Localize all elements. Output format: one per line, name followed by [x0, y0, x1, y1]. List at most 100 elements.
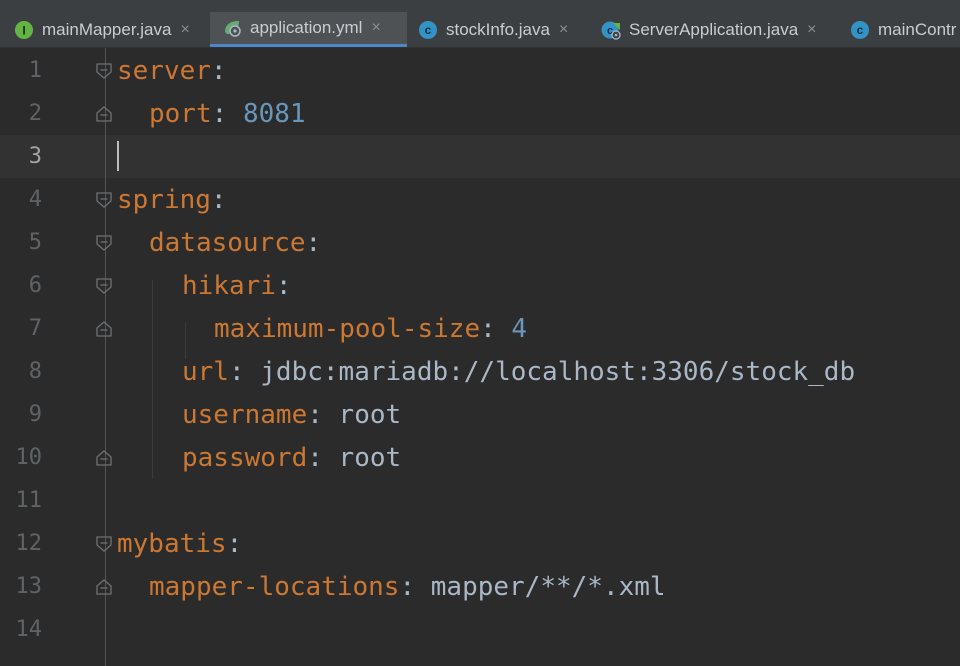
line-number: 4: [28, 187, 42, 212]
line-number: 8: [28, 359, 42, 384]
svg-text:c: c: [857, 23, 864, 37]
code-line: 9 username: root: [0, 393, 960, 436]
line-number: 14: [15, 617, 43, 642]
line-number: 2: [28, 101, 42, 126]
svg-text:I: I: [22, 24, 25, 38]
fold-collapse-icon[interactable]: [95, 234, 113, 252]
yaml-value: root: [338, 400, 402, 430]
yaml-key: hikari: [182, 271, 276, 301]
line-number: 6: [28, 273, 42, 298]
code-line: 14: [0, 608, 960, 651]
yaml-colon: :: [305, 228, 322, 258]
yaml-colon: :: [275, 271, 292, 301]
code-line: 7 maximum-pool-size: 4: [0, 307, 960, 350]
yaml-entry: maximum-pool-size: 4: [214, 315, 527, 343]
yaml-key: port: [149, 99, 212, 129]
tab-application-yml[interactable]: application.yml ×: [210, 12, 407, 47]
code-line: 2 port: 8081: [0, 92, 960, 135]
code-line: 1 server:: [0, 49, 960, 92]
tab-label: mainContr: [878, 20, 957, 39]
yaml-key: password: [182, 443, 308, 473]
yaml-key: server: [117, 56, 211, 86]
ide-window: I mainMapper.java × application.yml × c …: [0, 0, 960, 666]
close-icon[interactable]: ×: [559, 22, 568, 38]
tab-label: stockInfo.java: [446, 20, 550, 39]
line-number: 3: [28, 144, 42, 169]
code-line: 12 mybatis:: [0, 522, 960, 565]
fold-end-icon[interactable]: [95, 449, 113, 467]
text-caret: [117, 141, 119, 171]
tab-mainmapper-java[interactable]: I mainMapper.java ×: [10, 12, 194, 47]
line-number: 9: [28, 402, 42, 427]
fold-collapse-icon[interactable]: [95, 62, 113, 80]
yaml-colon: :: [211, 99, 228, 129]
yaml-entry: port: 8081: [149, 100, 306, 128]
tab-label: application.yml: [250, 18, 363, 37]
line-number: 1: [28, 58, 42, 83]
yaml-colon: :: [210, 56, 227, 86]
fold-collapse-icon[interactable]: [95, 277, 113, 295]
line-number: 10: [15, 445, 43, 470]
close-icon[interactable]: ×: [807, 22, 816, 38]
fold-end-icon[interactable]: [95, 578, 113, 596]
yaml-entry: spring:: [117, 186, 227, 214]
tab-label: ServerApplication.java: [629, 20, 799, 39]
line-number: 7: [28, 316, 42, 341]
code-editor[interactable]: 1 server: 2 port: 8081 3 4 spring: 5 dat…: [0, 48, 960, 666]
code-line: 4 spring:: [0, 178, 960, 221]
editor-tab-bar: I mainMapper.java × application.yml × c …: [0, 0, 960, 48]
close-icon[interactable]: ×: [180, 22, 189, 38]
yaml-value: 4: [511, 314, 528, 344]
yaml-entry: mapper-locations: mapper/**/*.xml: [149, 573, 666, 601]
yaml-key: username: [182, 400, 308, 430]
close-icon[interactable]: ×: [371, 20, 380, 36]
code-line: 11: [0, 479, 960, 522]
yaml-value: mapper/**/*.xml: [430, 572, 666, 602]
yaml-key: spring: [117, 185, 211, 215]
yaml-key: maximum-pool-size: [214, 314, 481, 344]
yaml-colon: :: [399, 572, 416, 602]
yaml-key: mapper-locations: [149, 572, 400, 602]
yaml-colon: :: [210, 185, 227, 215]
interface-icon: I: [15, 21, 33, 39]
tab-label: mainMapper.java: [42, 20, 172, 39]
yaml-colon: :: [480, 314, 496, 344]
yaml-key: mybatis: [117, 529, 227, 559]
yaml-colon: :: [226, 529, 243, 559]
yaml-value: jdbc:mariadb://localhost:3306/stock_db: [260, 357, 856, 387]
yaml-entry: hikari:: [182, 272, 292, 300]
code-line: 5 datasource:: [0, 221, 960, 264]
line-number: 12: [15, 531, 43, 556]
yaml-value: root: [338, 443, 402, 473]
yaml-key: url: [182, 357, 229, 387]
yaml-entry: datasource:: [149, 229, 321, 257]
line-number: 5: [28, 230, 42, 255]
yaml-entry: url: jdbc:mariadb://localhost:3306/stock…: [182, 358, 855, 386]
code-line: 10 password: root: [0, 436, 960, 479]
fold-collapse-icon[interactable]: [95, 191, 113, 209]
yaml-entry: username: root: [182, 401, 401, 429]
yaml-key: datasource: [149, 228, 306, 258]
class-icon: c: [419, 21, 437, 39]
yaml-entry: mybatis:: [117, 530, 242, 558]
code-line: 6 hikari:: [0, 264, 960, 307]
yaml-value: 8081: [242, 99, 306, 129]
fold-end-icon[interactable]: [95, 105, 113, 123]
tab-stockinfo-java[interactable]: c stockInfo.java ×: [418, 12, 568, 47]
yaml-colon: :: [307, 443, 323, 473]
code-line: 8 url: jdbc:mariadb://localhost:3306/sto…: [0, 350, 960, 393]
yaml-entry: password: root: [182, 444, 401, 472]
line-number: 13: [15, 574, 43, 599]
class-icon: c: [851, 21, 869, 39]
spring-config-icon: [225, 21, 241, 37]
fold-collapse-icon[interactable]: [95, 535, 113, 553]
yaml-colon: :: [307, 400, 323, 430]
line-number: 11: [15, 488, 43, 513]
fold-end-icon[interactable]: [95, 320, 113, 338]
spring-class-icon: c: [601, 21, 621, 40]
code-line: 3: [0, 135, 960, 178]
tab-serverapplication-java[interactable]: c ServerApplication.java ×: [601, 12, 817, 47]
yaml-entry: server:: [117, 57, 227, 85]
tab-maincontroller-java[interactable]: c mainContr: [850, 12, 957, 47]
svg-text:c: c: [425, 23, 432, 37]
